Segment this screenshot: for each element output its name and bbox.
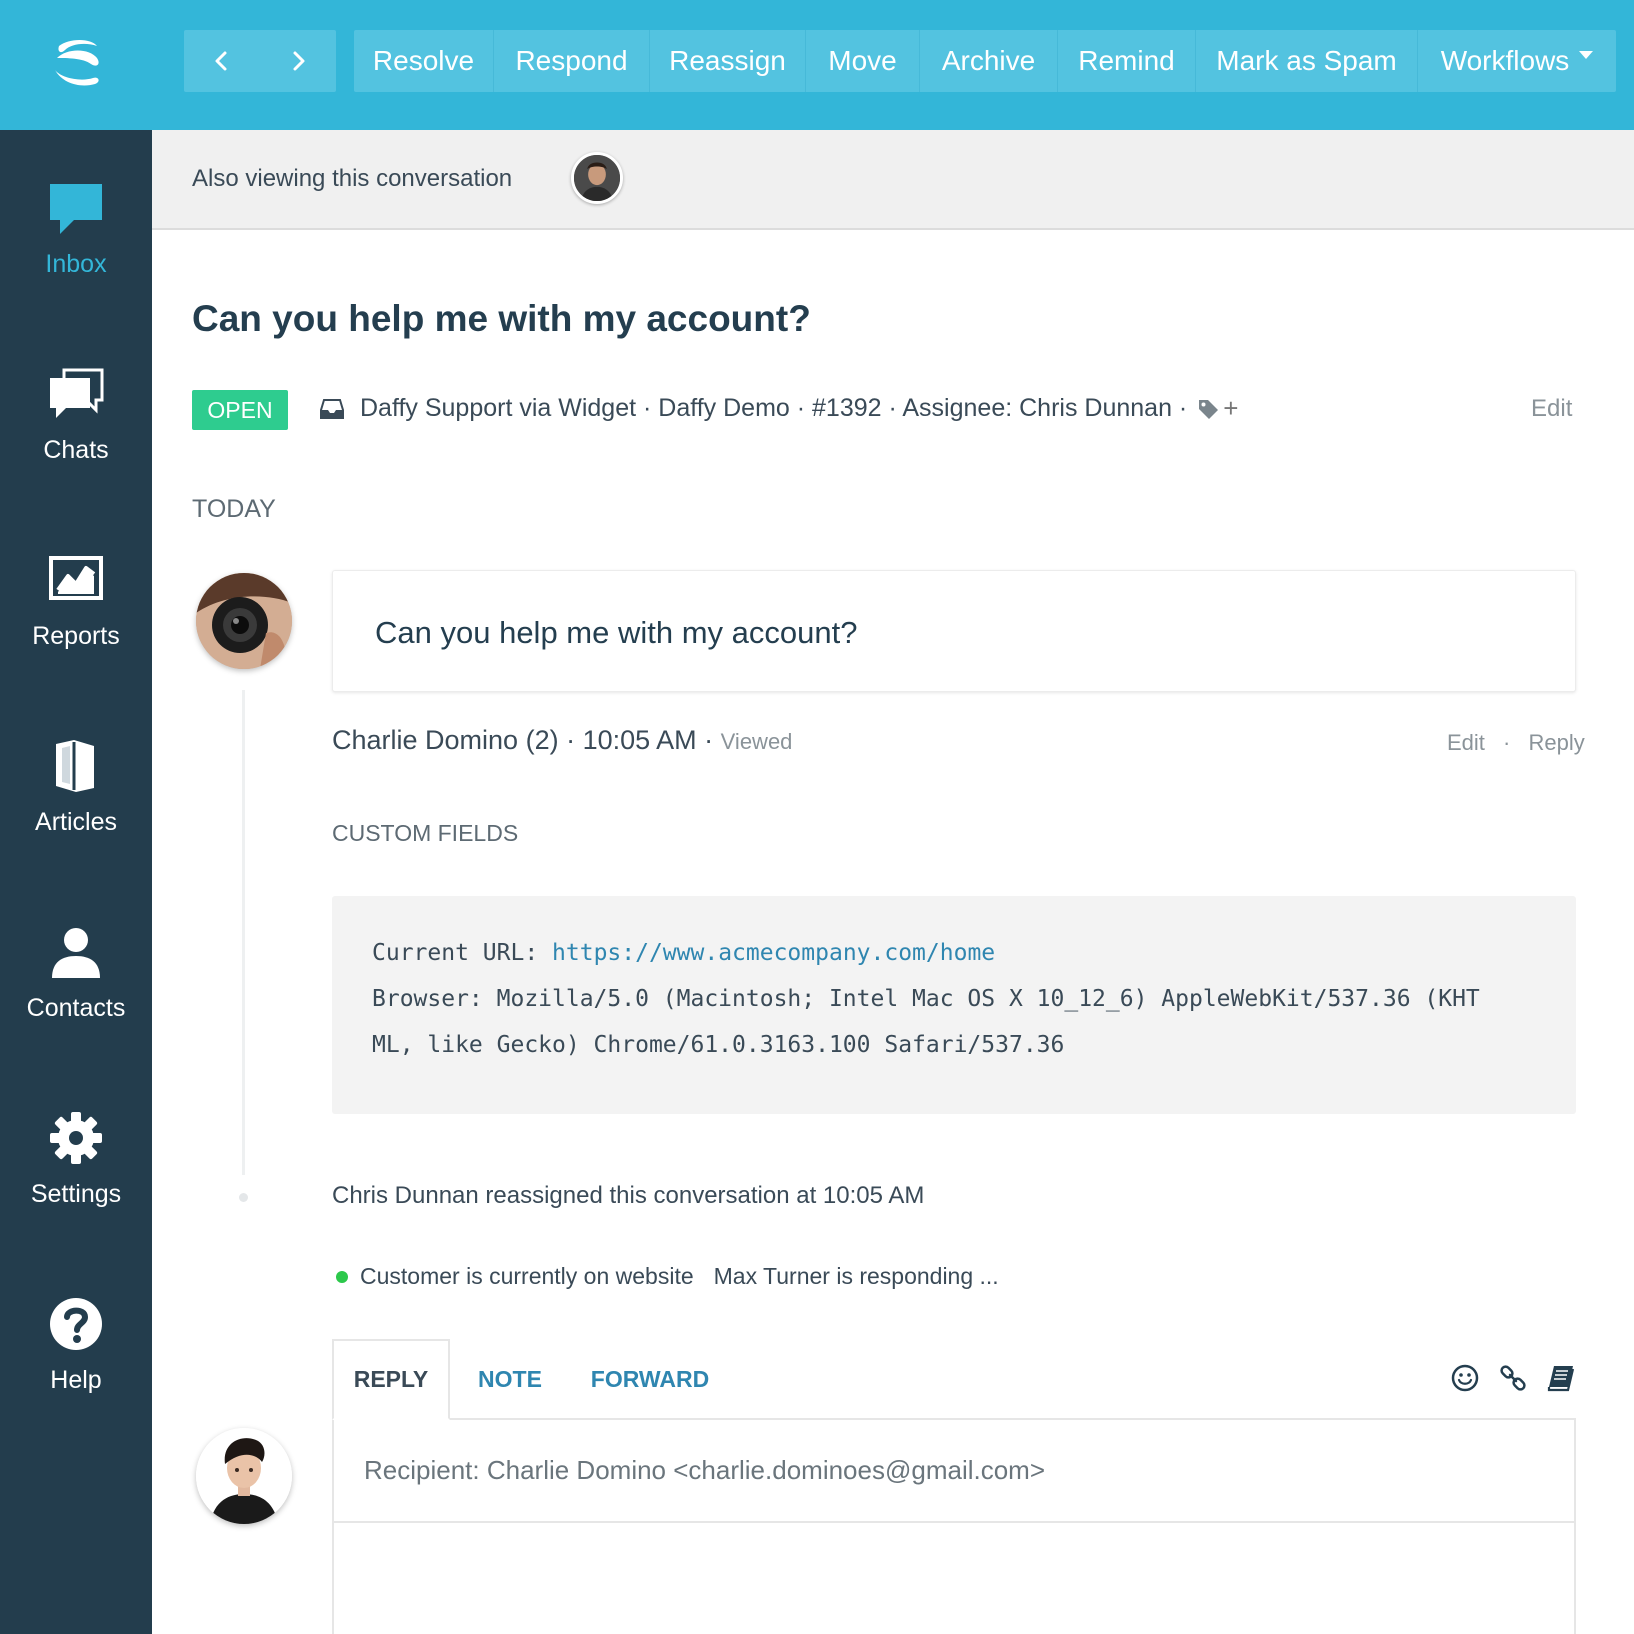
status-badge[interactable]: OPEN: [192, 390, 288, 430]
sidebar-item-label: Help: [50, 1366, 102, 1394]
message-meta: Charlie Domino (2) · 10:05 AM · Viewed: [332, 725, 792, 756]
reports-icon: [49, 556, 103, 600]
sidebar-item-label: Settings: [30, 1180, 122, 1208]
sidebar-item-label: Contacts: [26, 994, 126, 1022]
current-url-row: Current URL: https://www.acmecompany.com…: [372, 930, 1536, 976]
presence-indicator: Customer is currently on website Max Tur…: [336, 1263, 999, 1290]
custom-fields-box: Current URL: https://www.acmecompany.com…: [332, 896, 1576, 1114]
sidebar-item-settings[interactable]: Settings: [0, 1110, 152, 1209]
chevron-right-icon: [293, 51, 305, 71]
conversation-meta-text: Daffy Support via Widget · Daffy Demo · …: [360, 394, 1188, 422]
contacts-icon: [52, 928, 100, 978]
workflows-label: Workflows: [1440, 45, 1570, 76]
conversation-meta: Daffy Support via Widget · Daffy Demo · …: [320, 393, 1238, 424]
inbox-tray-icon: [320, 398, 344, 419]
responding-text: Max Turner is responding ...: [713, 1263, 999, 1289]
customer-avatar[interactable]: [196, 573, 292, 669]
edit-conversation-link[interactable]: Edit: [1531, 395, 1572, 423]
timeline-dot: [239, 1193, 248, 1202]
sidebar-item-inbox[interactable]: Inbox: [0, 180, 152, 279]
browser-row-2: ML, like Gecko) Chrome/61.0.3163.100 Saf…: [372, 1032, 1065, 1058]
sidebar-item-label: Chats: [43, 436, 109, 464]
prev-conversation-button[interactable]: [184, 30, 260, 92]
reply-editor[interactable]: [334, 1523, 1574, 1634]
online-dot: [336, 1270, 348, 1283]
also-viewing-bar: Also viewing this conversation: [152, 130, 1634, 230]
presence-text: Customer is currently on website: [360, 1263, 694, 1289]
action-bar: Resolve Respond Reassign Move Archive Re…: [354, 30, 1616, 92]
next-conversation-button[interactable]: [260, 30, 336, 92]
sidebar-item-reports[interactable]: Reports: [0, 552, 152, 651]
sidebar-item-articles[interactable]: Articles: [0, 738, 152, 837]
workflows-dropdown[interactable]: Workflows: [1418, 30, 1616, 92]
conversation-nav: [184, 30, 336, 92]
gear-icon: [50, 1112, 102, 1164]
mark-as-spam-button[interactable]: Mark as Spam: [1196, 30, 1418, 92]
conversation-title: Can you help me with my account?: [192, 298, 811, 339]
sidebar-item-label: Inbox: [45, 250, 107, 278]
sidebar-item-contacts[interactable]: Contacts: [0, 924, 152, 1023]
message-bubble: Can you help me with my account?: [332, 570, 1576, 692]
agent-avatar[interactable]: [196, 1428, 292, 1524]
knowledge-base-button[interactable]: [1546, 1363, 1576, 1393]
reassign-button[interactable]: Reassign: [650, 30, 806, 92]
message-text: Can you help me with my account?: [375, 615, 858, 650]
sidebar-item-chats[interactable]: Chats: [0, 366, 152, 465]
move-button[interactable]: Move: [806, 30, 920, 92]
emoji-button[interactable]: [1450, 1363, 1480, 1393]
also-viewing-text: Also viewing this conversation: [192, 165, 513, 192]
message-actions: Edit · Reply: [1447, 730, 1585, 756]
message-author-time: Charlie Domino (2) · 10:05 AM ·: [332, 725, 714, 755]
tag-icon[interactable]: [1197, 398, 1219, 420]
sidebar-item-label: Reports: [32, 622, 120, 650]
tab-forward[interactable]: FORWARD: [570, 1339, 730, 1420]
archive-button[interactable]: Archive: [920, 30, 1058, 92]
sidebar: Inbox Chats Reports Articles Contacts Se…: [0, 130, 152, 1634]
composer-tabs: REPLY NOTE FORWARD: [332, 1339, 1576, 1420]
resolve-button[interactable]: Resolve: [354, 30, 494, 92]
top-toolbar: Resolve Respond Reassign Move Archive Re…: [0, 0, 1634, 130]
timeline-line: [242, 690, 245, 1175]
remind-button[interactable]: Remind: [1058, 30, 1196, 92]
day-divider: TODAY: [192, 495, 276, 523]
edit-message-link[interactable]: Edit: [1447, 730, 1485, 755]
articles-icon: [56, 740, 94, 792]
viewer-avatar[interactable]: [571, 152, 623, 204]
current-url-label: Current URL:: [372, 940, 539, 966]
recipient-field[interactable]: Recipient: Charlie Domino <charlie.domin…: [364, 1455, 1045, 1486]
current-url-link[interactable]: https://www.acmecompany.com/home: [552, 940, 995, 966]
sidebar-item-help[interactable]: Help: [0, 1296, 152, 1395]
custom-fields-title: CUSTOM FIELDS: [332, 820, 519, 846]
tab-note[interactable]: NOTE: [450, 1339, 570, 1420]
separator: ·: [1503, 730, 1511, 755]
inbox-icon: [50, 184, 102, 234]
add-tag-button[interactable]: +: [1223, 393, 1238, 424]
chats-icon: [50, 368, 104, 418]
browser-row-1: Browser: Mozilla/5.0 (Macintosh; Intel M…: [372, 986, 1480, 1012]
app-logo-icon[interactable]: [45, 38, 107, 88]
help-icon: [50, 1298, 102, 1350]
reply-message-link[interactable]: Reply: [1529, 730, 1585, 755]
respond-button[interactable]: Respond: [494, 30, 650, 92]
chevron-left-icon: [215, 51, 227, 71]
reassign-event: Chris Dunnan reassigned this conversatio…: [332, 1182, 925, 1209]
insert-link-button[interactable]: [1498, 1363, 1528, 1393]
tab-reply[interactable]: REPLY: [332, 1339, 450, 1420]
knowledge-book-icon: [1547, 1366, 1575, 1392]
link-icon: [1500, 1365, 1526, 1391]
emoji-icon: [1451, 1364, 1479, 1392]
composer-tools: [1432, 1363, 1576, 1393]
caret-down-icon: [1579, 51, 1594, 59]
viewed-status: Viewed: [720, 729, 793, 754]
sidebar-item-label: Articles: [35, 808, 117, 836]
